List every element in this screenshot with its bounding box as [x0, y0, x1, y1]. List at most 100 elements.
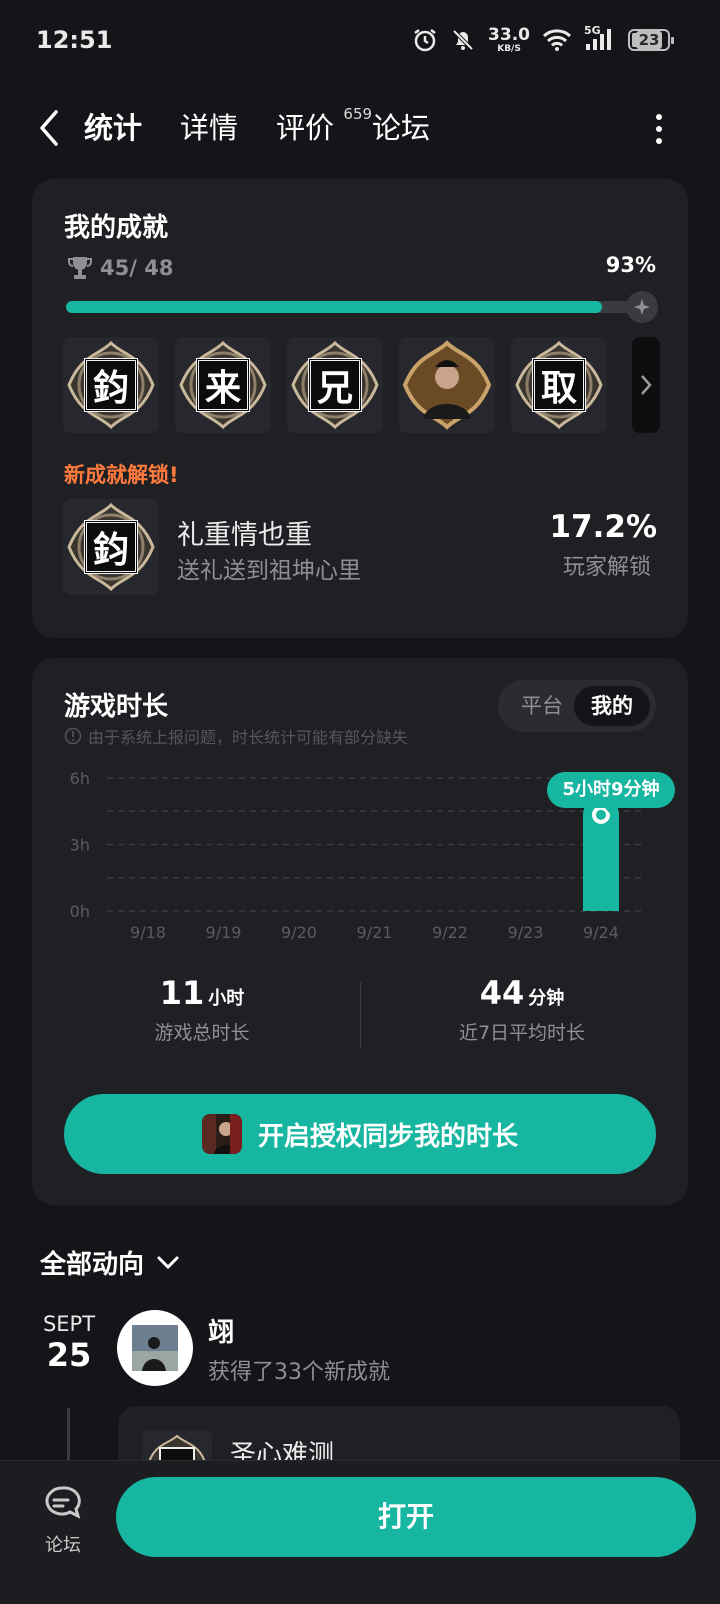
x-tick-label: 9/18 [130, 923, 166, 942]
x-tick-label: 9/23 [508, 923, 544, 942]
tab-forum-label: 论坛 [372, 111, 431, 145]
new-unlock-row[interactable]: 鈞 礼重情也重 送礼送到祖坤心里 17.2% 玩家解锁 [63, 499, 657, 595]
playtime-title: 游戏时长 [64, 692, 169, 722]
x-tick-label: 9/20 [281, 923, 317, 942]
avg-playtime: 44 分钟 近7日平均时长 [372, 974, 672, 1045]
status-bar: 12:51 33.0 KB/S 5G 23 [0, 0, 720, 84]
emblem-glyph: 鈞 [84, 520, 138, 574]
y-tick-label: 0h [70, 902, 90, 921]
tab-details-label: 详情 [180, 111, 239, 145]
tab-reviews[interactable]: 评价 659 [276, 105, 372, 150]
chevron-right-icon [641, 375, 652, 395]
game-icon [201, 1114, 242, 1154]
status-icons: 33.0 KB/S 5G 23 [412, 24, 674, 56]
chevron-left-icon [40, 110, 58, 146]
tab-stats-label: 统计 [84, 111, 143, 145]
status-time: 12:51 [36, 26, 113, 54]
back-button[interactable] [32, 108, 68, 148]
emblem-glyph: 取 [532, 358, 586, 412]
app-screen: 12:51 33.0 KB/S 5G 23 统计 详情 评价 659 论坛 我的… [0, 0, 720, 1604]
chevron-down-icon [157, 1256, 179, 1269]
achievement-emblem-icon: 来 [177, 339, 269, 431]
playtime-note-text: 由于系统上报问题，时长统计可能有部分缺失 [88, 728, 409, 747]
emblem-glyph: 来 [196, 358, 250, 412]
more-dot [656, 138, 662, 144]
feed-username[interactable]: 翊 [208, 1312, 234, 1349]
playtime-source-toggle: 平台 我的 [498, 680, 656, 732]
alarm-icon [412, 27, 438, 53]
wifi-icon [542, 28, 572, 52]
emblem-glyph: 兄 [308, 358, 362, 412]
reviews-count-badge: 659 [343, 105, 373, 123]
y-tick-label: 6h [70, 769, 90, 788]
playtime-card: 游戏时长 由于系统上报问题，时长统计可能有部分缺失 平台 我的 0h 3h 6h 9/… [32, 658, 688, 1205]
tab-bar: 统计 详情 评价 659 论坛 [80, 105, 430, 150]
stats-divider [360, 982, 361, 1048]
achievement-badge[interactable]: 来 [175, 337, 271, 433]
achievement-badge[interactable] [399, 337, 495, 433]
portrait-emblem-icon [401, 339, 493, 431]
forum-button[interactable]: 论坛 [38, 1485, 88, 1557]
achievements-progress-bar [66, 301, 642, 313]
total-playtime: 11 小时 游戏总时长 [52, 974, 352, 1045]
achievement-badge[interactable]: 鈞 [63, 337, 159, 433]
new-unlock-badge: 鈞 [63, 499, 159, 595]
achievement-emblem-icon: 鈞 [65, 339, 157, 431]
x-tick-label: 9/21 [357, 923, 393, 942]
bottom-action-bar: 论坛 打开 [0, 1460, 720, 1604]
tab-forum[interactable]: 论坛 [372, 106, 430, 150]
trophy-icon [68, 257, 92, 279]
more-options-button[interactable] [652, 114, 666, 144]
achievement-badge[interactable]: 兄 [287, 337, 383, 433]
more-dot [656, 126, 662, 132]
feed-date-day: 25 [46, 1336, 92, 1374]
feed-filter-dropdown[interactable]: 全部动向 [40, 1244, 180, 1281]
tab-stats[interactable]: 统计 [80, 106, 147, 150]
achievement-badge[interactable]: 取 [511, 337, 607, 433]
chart-bar-base [583, 891, 619, 911]
forum-icon [45, 1486, 81, 1519]
net-speed-value: 33.0 [488, 24, 530, 45]
y-tick-label: 3h [70, 836, 90, 855]
new-unlock-description: 送礼送到祖坤心里 [177, 558, 361, 584]
achievements-count: 45/ 48 [68, 255, 173, 281]
x-tick-label: 9/22 [432, 923, 468, 942]
feed-description: 获得了33个新成就 [208, 1360, 390, 1385]
sync-playtime-label: 开启授权同步我的时长 [257, 1121, 518, 1152]
toggle-platform[interactable]: 平台 [504, 686, 580, 726]
achievements-card[interactable]: 我的成就 45/ 48 93% 鈞 来 兄 取 新成就解锁! 鈞 礼重情也重 送礼送到… [32, 179, 688, 638]
toggle-mine[interactable]: 我的 [574, 686, 650, 726]
achievement-badges-row: 鈞来 兄 取 [63, 337, 607, 433]
chart-highlight-label: 5小时9分钟 [547, 772, 675, 815]
total-playtime-unit: 小时 [208, 988, 245, 1009]
feed-date: SEPT 25 [38, 1312, 100, 1374]
x-tick-label: 9/19 [206, 923, 242, 942]
net-speed-unit: KB/S [497, 43, 521, 54]
achievement-emblem-icon: 取 [513, 339, 605, 431]
tab-details[interactable]: 详情 [180, 106, 238, 150]
avg-playtime-value: 44 [479, 974, 525, 1012]
sync-playtime-button[interactable]: 开启授权同步我的时长 [64, 1094, 656, 1174]
badges-next-button[interactable] [632, 337, 660, 433]
tab-reviews-label: 评价 [276, 111, 335, 145]
playtime-stats: 11 小时 游戏总时长 44 分钟 近7日平均时长 [32, 974, 688, 1058]
new-unlock-percent-label: 玩家解锁 [562, 555, 651, 580]
info-icon [64, 727, 82, 745]
feed-date-month: SEPT [42, 1312, 96, 1336]
forum-button-label: 论坛 [45, 1535, 81, 1556]
star-badge-icon [626, 291, 658, 323]
open-game-button[interactable]: 打开 [116, 1477, 696, 1557]
mute-icon [450, 27, 476, 53]
new-unlock-label: 新成就解锁! [64, 463, 179, 487]
total-playtime-label: 游戏总时长 [154, 1022, 250, 1044]
avatar[interactable] [117, 1310, 193, 1386]
network-type: 5G [584, 24, 601, 37]
achievements-title: 我的成就 [64, 213, 169, 243]
battery-level: 23 [635, 31, 663, 49]
avg-playtime-unit: 分钟 [528, 988, 565, 1009]
x-tick-label: 9/24 [583, 923, 619, 942]
new-unlock-name: 礼重情也重 [177, 520, 312, 551]
net-speed: 33.0 KB/S [488, 24, 530, 54]
progress-fill [66, 301, 602, 313]
avg-playtime-label: 近7日平均时长 [458, 1022, 586, 1044]
